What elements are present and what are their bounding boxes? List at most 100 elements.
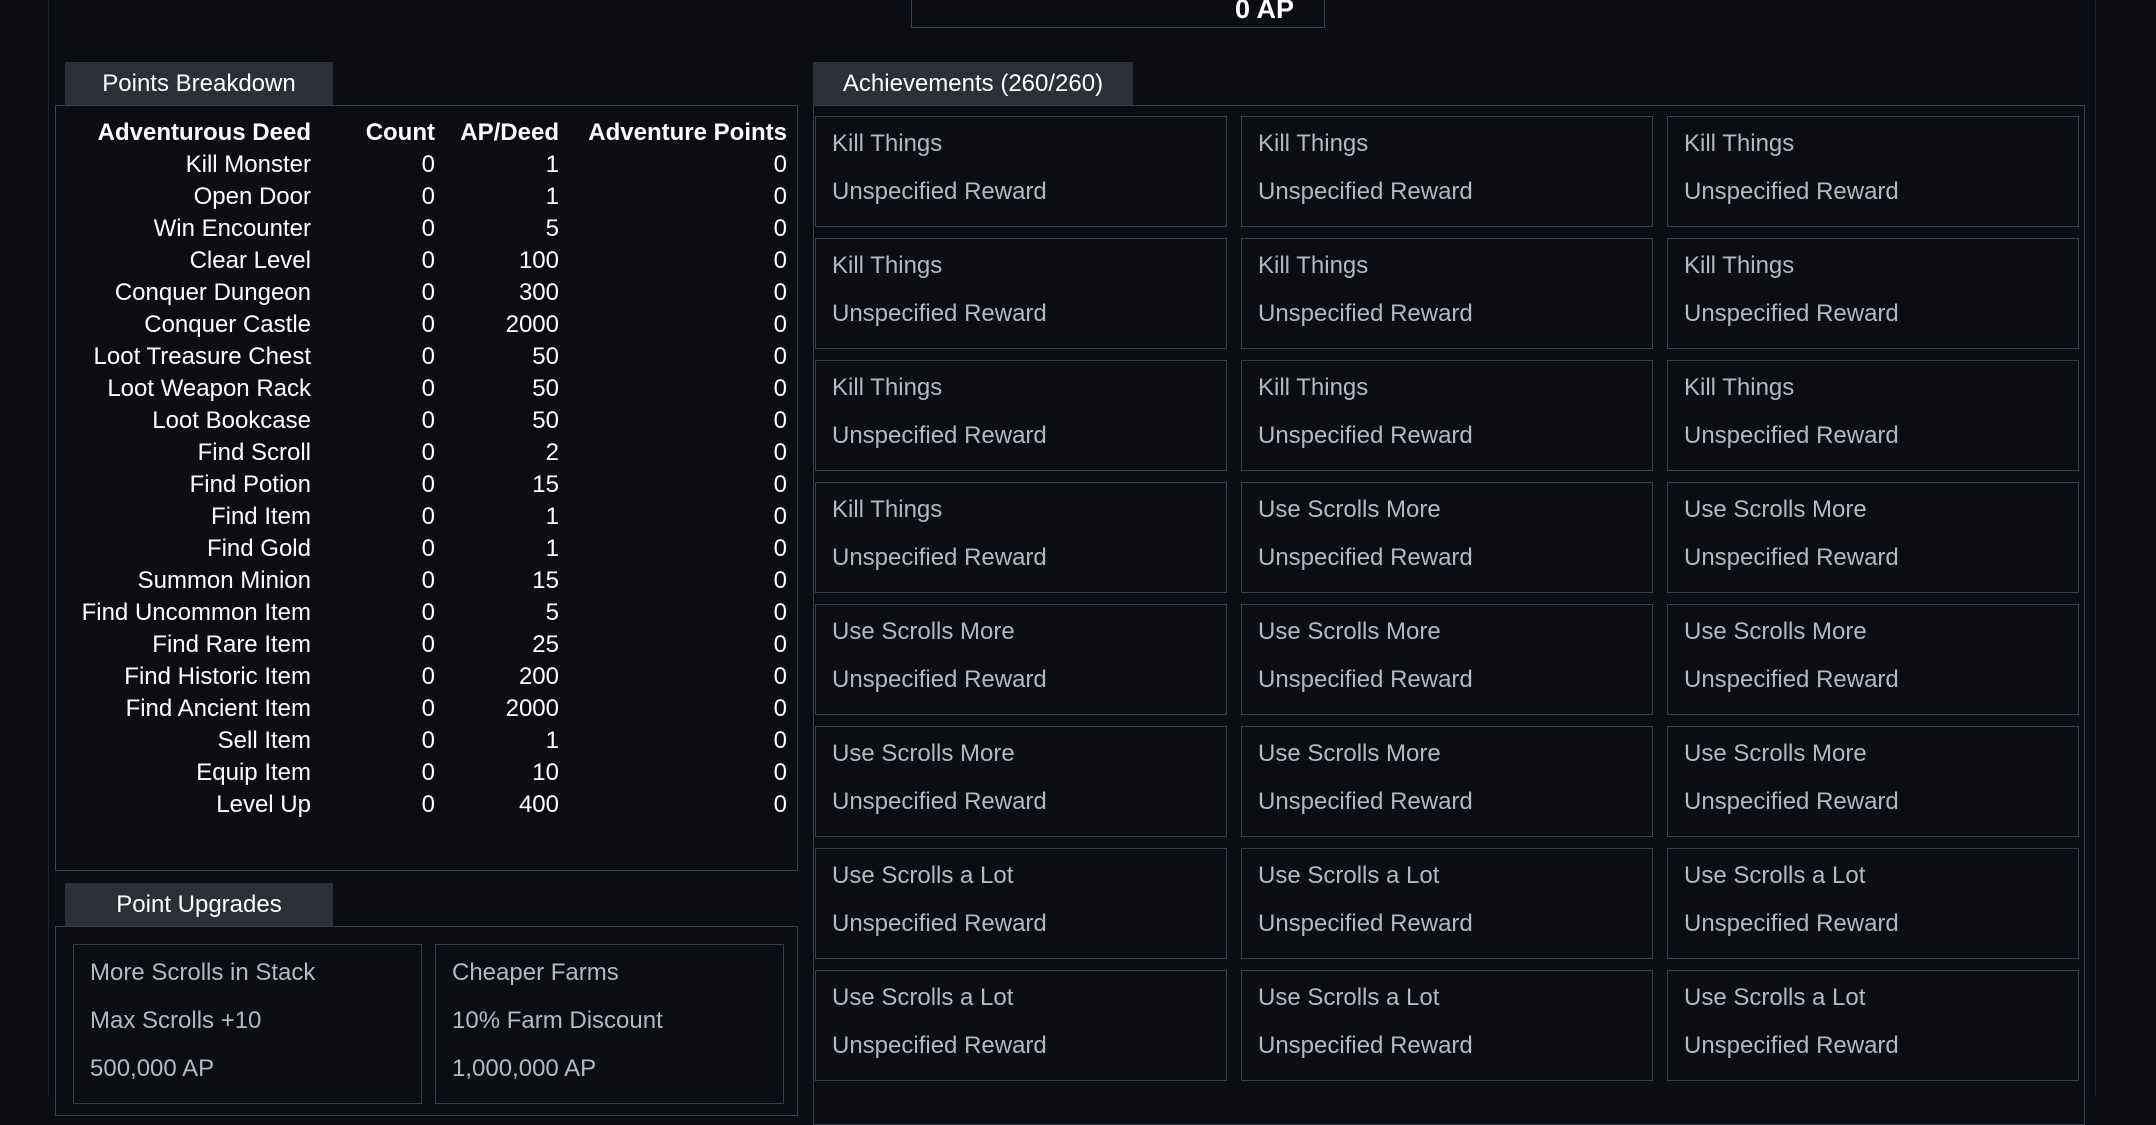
- achievement-card[interactable]: Use Scrolls More Unspecified Reward: [1241, 604, 1653, 715]
- adventure-points: 0: [773, 727, 787, 754]
- achievement-name: Use Scrolls a Lot: [1684, 862, 1866, 889]
- achievement-card[interactable]: Kill Things Unspecified Reward: [815, 360, 1227, 471]
- achievement-card[interactable]: Use Scrolls More Unspecified Reward: [815, 604, 1227, 715]
- achievement-reward: Unspecified Reward: [832, 666, 1047, 693]
- adventure-points: 0: [773, 439, 787, 466]
- deed-count: 0: [421, 151, 435, 178]
- table-row: Win Encounter 0 5 0: [62, 213, 787, 245]
- achievement-card[interactable]: Use Scrolls More Unspecified Reward: [815, 726, 1227, 837]
- achievement-name: Use Scrolls More: [1684, 740, 1867, 767]
- achievement-card[interactable]: Use Scrolls More Unspecified Reward: [1241, 726, 1653, 837]
- achievement-card[interactable]: Use Scrolls a Lot Unspecified Reward: [815, 848, 1227, 959]
- achievement-reward: Unspecified Reward: [1684, 1032, 1899, 1059]
- deed-name: Loot Treasure Chest: [93, 343, 311, 370]
- achievement-name: Kill Things: [832, 252, 943, 279]
- achievement-card[interactable]: Use Scrolls a Lot Unspecified Reward: [1241, 970, 1653, 1081]
- achievement-reward: Unspecified Reward: [1258, 910, 1473, 937]
- achievement-reward: Unspecified Reward: [832, 300, 1047, 327]
- deed-count: 0: [421, 599, 435, 626]
- table-row: Loot Treasure Chest 0 50 0: [62, 341, 787, 373]
- upgrade-cost: 1,000,000 AP: [452, 1055, 597, 1082]
- deed-name: Find Scroll: [197, 439, 311, 466]
- deed-count: 0: [421, 311, 435, 338]
- achievement-card[interactable]: Kill Things Unspecified Reward: [815, 116, 1227, 227]
- ap-per-deed: 50: [532, 407, 559, 434]
- achievement-card[interactable]: Kill Things Unspecified Reward: [1241, 116, 1653, 227]
- ap-per-deed: 10: [532, 759, 559, 786]
- ap-per-deed: 50: [532, 375, 559, 402]
- table-row: Level Up 0 400 0: [62, 789, 787, 821]
- table-row: Find Rare Item 0 25 0: [62, 629, 787, 661]
- achievement-card[interactable]: Use Scrolls a Lot Unspecified Reward: [815, 970, 1227, 1081]
- upgrade-effect: 10% Farm Discount: [452, 1007, 663, 1034]
- upgrade-card[interactable]: Cheaper Farms 10% Farm Discount 1,000,000 …: [435, 944, 784, 1104]
- adventure-points: 0: [773, 567, 787, 594]
- achievement-card[interactable]: Use Scrolls More Unspecified Reward: [1667, 726, 2079, 837]
- deed-count: 0: [421, 567, 435, 594]
- achievement-name: Use Scrolls a Lot: [832, 984, 1014, 1011]
- deed-count: 0: [421, 663, 435, 690]
- achievement-card[interactable]: Kill Things Unspecified Reward: [1667, 360, 2079, 471]
- achievement-card[interactable]: Kill Things Unspecified Reward: [1241, 360, 1653, 471]
- table-row: Clear Level 0 100 0: [62, 245, 787, 277]
- achievement-reward: Unspecified Reward: [1684, 788, 1899, 815]
- deed-count: 0: [421, 471, 435, 498]
- achievement-name: Use Scrolls More: [1258, 740, 1441, 767]
- achievement-card[interactable]: Use Scrolls More Unspecified Reward: [1241, 482, 1653, 593]
- achievement-reward: Unspecified Reward: [1258, 788, 1473, 815]
- deed-name: Summon Minion: [137, 567, 311, 594]
- table-row: Find Potion 0 15 0: [62, 469, 787, 501]
- achievement-reward: Unspecified Reward: [1258, 544, 1473, 571]
- tab-points-breakdown[interactable]: Points Breakdown: [65, 62, 333, 105]
- adventure-points: 0: [773, 791, 787, 818]
- column-header-deed: Adventurous Deed: [97, 119, 311, 146]
- table-row: Find Gold 0 1 0: [62, 533, 787, 565]
- achievement-card[interactable]: Use Scrolls More Unspecified Reward: [1667, 482, 2079, 593]
- achievement-card[interactable]: Kill Things Unspecified Reward: [1667, 116, 2079, 227]
- ap-per-deed: 5: [545, 599, 559, 626]
- achievement-reward: Unspecified Reward: [832, 422, 1047, 449]
- table-row: Find Uncommon Item 0 5 0: [62, 597, 787, 629]
- deed-name: Equip Item: [196, 759, 311, 786]
- achievement-reward: Unspecified Reward: [1684, 910, 1899, 937]
- achievement-name: Kill Things: [832, 374, 943, 401]
- deed-count: 0: [421, 247, 435, 274]
- adventure-points: 0: [773, 183, 787, 210]
- achievement-card[interactable]: Kill Things Unspecified Reward: [1667, 238, 2079, 349]
- ap-per-deed: 1: [545, 503, 559, 530]
- achievement-card[interactable]: Kill Things Unspecified Reward: [1241, 238, 1653, 349]
- achievement-name: Kill Things: [832, 496, 943, 523]
- table-row: Find Item 0 1 0: [62, 501, 787, 533]
- adventure-points: 0: [773, 279, 787, 306]
- tab-achievements[interactable]: Achievements (260/260): [813, 62, 1133, 105]
- achievement-card[interactable]: Use Scrolls More Unspecified Reward: [1667, 604, 2079, 715]
- deed-name: Find Potion: [189, 471, 311, 498]
- achievement-name: Use Scrolls More: [1258, 496, 1441, 523]
- deed-name: Find Historic Item: [124, 663, 311, 690]
- adventure-points: 0: [773, 215, 787, 242]
- achievement-card[interactable]: Use Scrolls a Lot Unspecified Reward: [1241, 848, 1653, 959]
- ap-per-deed: 25: [532, 631, 559, 658]
- achievement-name: Use Scrolls More: [1258, 618, 1441, 645]
- achievement-card[interactable]: Kill Things Unspecified Reward: [815, 238, 1227, 349]
- table-row: Sell Item 0 1 0: [62, 725, 787, 757]
- point-upgrades-panel: More Scrolls in Stack Max Scrolls +10 500,…: [55, 926, 798, 1116]
- upgrade-name: More Scrolls in Stack: [90, 959, 316, 986]
- ap-per-deed: 50: [532, 343, 559, 370]
- deed-name: Conquer Castle: [144, 311, 311, 338]
- ap-total-display: 0 AP: [911, 0, 1325, 28]
- table-header-row: Adventurous Deed Count AP/Deed Adventure…: [62, 117, 787, 149]
- ap-per-deed: 2000: [505, 695, 559, 722]
- achievement-reward: Unspecified Reward: [1258, 666, 1473, 693]
- achievement-name: Use Scrolls More: [1684, 496, 1867, 523]
- achievement-card[interactable]: Use Scrolls a Lot Unspecified Reward: [1667, 970, 2079, 1081]
- adventure-points: 0: [773, 759, 787, 786]
- achievement-card[interactable]: Kill Things Unspecified Reward: [815, 482, 1227, 593]
- upgrade-card[interactable]: More Scrolls in Stack Max Scrolls +10 500,…: [73, 944, 422, 1104]
- achievement-name: Kill Things: [1684, 374, 1795, 401]
- deed-count: 0: [421, 439, 435, 466]
- achievement-card[interactable]: Use Scrolls a Lot Unspecified Reward: [1667, 848, 2079, 959]
- tab-point-upgrades[interactable]: Point Upgrades: [65, 883, 333, 926]
- ap-per-deed: 400: [518, 791, 559, 818]
- deed-count: 0: [421, 343, 435, 370]
